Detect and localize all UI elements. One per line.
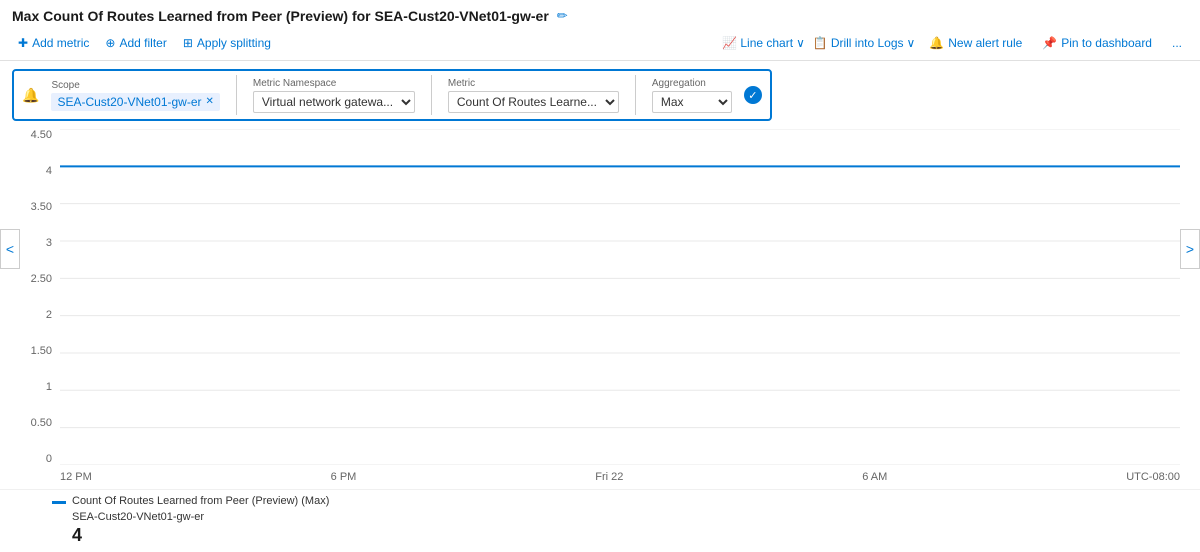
edit-icon[interactable]: ✏ (557, 8, 568, 24)
y-label-4: 4 (46, 165, 52, 177)
x-label-utc: UTC-08:00 (1126, 471, 1180, 483)
add-filter-label: Add filter (119, 36, 166, 50)
apply-splitting-label: Apply splitting (197, 36, 271, 50)
line-chart-label: Line chart (740, 36, 793, 50)
filter-confirm-button[interactable]: ✓ (744, 86, 762, 104)
legend-item: Count Of Routes Learned from Peer (Previ… (52, 494, 1188, 546)
toolbar-left: ✚ Add metric ⊕ Add filter ⊞ Apply splitt… (12, 34, 277, 52)
page-title: Max Count Of Routes Learned from Peer (P… (12, 8, 549, 24)
y-label-250: 2.50 (31, 273, 52, 285)
chart-nav-right[interactable]: > (1180, 229, 1200, 269)
x-label-6am: 6 AM (862, 471, 887, 483)
divider-1 (236, 75, 237, 115)
x-axis: 12 PM 6 PM Fri 22 6 AM UTC-08:00 (60, 465, 1180, 489)
legend-label-line2: SEA-Cust20-VNet01-gw-er (72, 510, 329, 525)
chart-plot (60, 129, 1180, 465)
add-metric-label: Add metric (32, 36, 89, 50)
toolbar: ✚ Add metric ⊕ Add filter ⊞ Apply splitt… (12, 30, 1188, 56)
x-label-6pm: 6 PM (331, 471, 357, 483)
scope-group: Scope SEA-Cust20-VNet01-gw-er ✕ (51, 80, 219, 111)
more-options-button[interactable]: ... (1166, 34, 1188, 52)
add-metric-icon: ✚ (18, 36, 28, 50)
legend-text-group: Count Of Routes Learned from Peer (Previ… (72, 494, 329, 546)
filter-icon: ⊕ (105, 36, 115, 50)
scope-close-icon[interactable]: ✕ (206, 96, 214, 107)
y-label-150: 1.50 (31, 345, 52, 357)
metric-namespace-group: Metric Namespace Virtual network gatewa.… (253, 78, 415, 113)
y-label-050: 0.50 (31, 417, 52, 429)
pin-icon: 📌 (1042, 36, 1057, 50)
divider-3 (635, 75, 636, 115)
metric-select[interactable]: Count Of Routes Learne... (448, 91, 619, 113)
aggregation-label: Aggregation (652, 78, 732, 89)
metric-namespace-label: Metric Namespace (253, 78, 415, 89)
metric-label: Metric (448, 78, 619, 89)
drill-logs-label: Drill into Logs (831, 36, 904, 50)
chart-wrapper: 4.50 4 3.50 3 2.50 2 1.50 1 0.50 0 (20, 129, 1180, 489)
toolbar-right: 📈 Line chart ∨ 📋 Drill into Logs ∨ 🔔 New… (722, 34, 1188, 52)
alert-icon: 🔔 (929, 36, 944, 50)
y-axis: 4.50 4 3.50 3 2.50 2 1.50 1 0.50 0 (20, 129, 58, 465)
chart-svg (60, 129, 1180, 465)
title-row: Max Count Of Routes Learned from Peer (P… (12, 8, 1188, 24)
scope-value[interactable]: SEA-Cust20-VNet01-gw-er ✕ (51, 93, 219, 111)
legend-value: 4 (72, 525, 329, 546)
chart-nav-left[interactable]: < (0, 229, 20, 269)
filter-box: 🔔 Scope SEA-Cust20-VNet01-gw-er ✕ Metric… (12, 69, 772, 121)
logs-icon: 📋 (813, 36, 828, 50)
legend: Count Of Routes Learned from Peer (Previ… (0, 489, 1200, 552)
y-label-1: 1 (46, 381, 52, 393)
main-layout: Max Count Of Routes Learned from Peer (P… (0, 0, 1200, 552)
legend-color-swatch (52, 501, 66, 504)
divider-2 (431, 75, 432, 115)
y-label-0: 0 (46, 453, 52, 465)
aggregation-group: Aggregation Max Min Avg Sum Count (652, 78, 732, 113)
content-area: < 4.50 4 3.50 3 2.50 2 1.50 1 0.50 0 (0, 129, 1200, 489)
drill-logs-chevron: ∨ (907, 36, 916, 50)
line-chart-button[interactable]: 📈 Line chart ∨ (722, 36, 804, 50)
filter-row: 🔔 Scope SEA-Cust20-VNet01-gw-er ✕ Metric… (0, 61, 1200, 129)
drill-into-logs-button[interactable]: 📋 Drill into Logs ∨ (813, 36, 915, 50)
apply-splitting-button[interactable]: ⊞ Apply splitting (177, 34, 277, 52)
y-label-450: 4.50 (31, 129, 52, 141)
aggregation-select[interactable]: Max Min Avg Sum Count (652, 91, 732, 113)
add-metric-button[interactable]: ✚ Add metric (12, 34, 95, 52)
line-chart-icon: 📈 (722, 36, 737, 50)
scope-label: Scope (51, 80, 219, 91)
x-label-12pm: 12 PM (60, 471, 92, 483)
pin-to-dashboard-button[interactable]: 📌 Pin to dashboard (1036, 34, 1158, 52)
metric-group: Metric Count Of Routes Learne... (448, 78, 619, 113)
x-label-fri22: Fri 22 (595, 471, 623, 483)
y-label-2: 2 (46, 309, 52, 321)
scope-bell-icon: 🔔 (22, 87, 39, 104)
y-label-3: 3 (46, 237, 52, 249)
new-alert-rule-button[interactable]: 🔔 New alert rule (923, 34, 1028, 52)
more-options-label: ... (1172, 36, 1182, 50)
splitting-icon: ⊞ (183, 36, 193, 50)
header: Max Count Of Routes Learned from Peer (P… (0, 0, 1200, 61)
metric-namespace-select[interactable]: Virtual network gatewa... (253, 91, 415, 113)
y-label-350: 3.50 (31, 201, 52, 213)
add-filter-button[interactable]: ⊕ Add filter (99, 34, 172, 52)
line-chart-chevron: ∨ (796, 36, 805, 50)
new-alert-label: New alert rule (948, 36, 1022, 50)
pin-label: Pin to dashboard (1061, 36, 1152, 50)
legend-label-line1: Count Of Routes Learned from Peer (Previ… (72, 494, 329, 509)
